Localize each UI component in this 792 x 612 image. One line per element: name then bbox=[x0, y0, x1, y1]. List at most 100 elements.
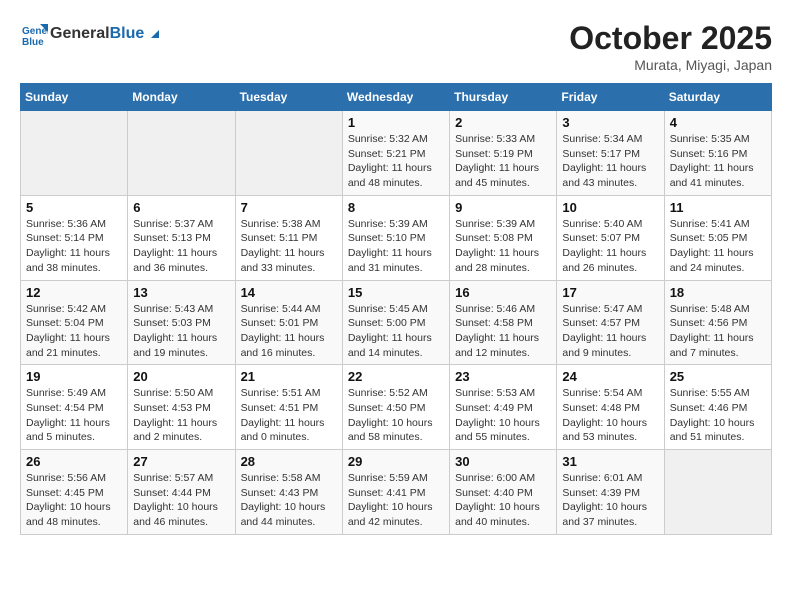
day-info: Sunrise: 5:59 AM Sunset: 4:41 PM Dayligh… bbox=[348, 471, 444, 530]
day-info: Sunrise: 5:45 AM Sunset: 5:00 PM Dayligh… bbox=[348, 302, 444, 361]
day-cell: 25 Sunrise: 5:55 AM Sunset: 4:46 PM Dayli… bbox=[664, 365, 771, 450]
header-saturday: Saturday bbox=[664, 84, 771, 111]
day-info: Sunrise: 6:00 AM Sunset: 4:40 PM Dayligh… bbox=[455, 471, 551, 530]
day-number: 14 bbox=[241, 285, 337, 300]
day-info: Sunrise: 6:01 AM Sunset: 4:39 PM Dayligh… bbox=[562, 471, 658, 530]
calendar-header: SundayMondayTuesdayWednesdayThursdayFrid… bbox=[21, 84, 772, 111]
day-number: 11 bbox=[670, 200, 766, 215]
week-row-3: 12 Sunrise: 5:42 AM Sunset: 5:04 PM Dayli… bbox=[21, 280, 772, 365]
day-cell: 3 Sunrise: 5:34 AM Sunset: 5:17 PM Daylig… bbox=[557, 111, 664, 196]
day-number: 26 bbox=[26, 454, 122, 469]
day-info: Sunrise: 5:56 AM Sunset: 4:45 PM Dayligh… bbox=[26, 471, 122, 530]
day-number: 13 bbox=[133, 285, 229, 300]
day-info: Sunrise: 5:54 AM Sunset: 4:48 PM Dayligh… bbox=[562, 386, 658, 445]
day-info: Sunrise: 5:50 AM Sunset: 4:53 PM Dayligh… bbox=[133, 386, 229, 445]
day-info: Sunrise: 5:37 AM Sunset: 5:13 PM Dayligh… bbox=[133, 217, 229, 276]
week-row-1: 1 Sunrise: 5:32 AM Sunset: 5:21 PM Daylig… bbox=[21, 111, 772, 196]
day-number: 23 bbox=[455, 369, 551, 384]
day-info: Sunrise: 5:35 AM Sunset: 5:16 PM Dayligh… bbox=[670, 132, 766, 191]
day-info: Sunrise: 5:46 AM Sunset: 4:58 PM Dayligh… bbox=[455, 302, 551, 361]
page-header: General Blue GeneralBlue October 2025 Mu… bbox=[20, 20, 772, 73]
day-cell: 21Sunrise: 5:51 AM Sunset: 4:51 PM Dayli… bbox=[235, 365, 342, 450]
day-number: 8 bbox=[348, 200, 444, 215]
logo-text: GeneralBlue bbox=[50, 24, 159, 43]
day-number: 19 bbox=[26, 369, 122, 384]
day-number: 5 bbox=[26, 200, 122, 215]
day-number: 30 bbox=[455, 454, 551, 469]
location-subtitle: Murata, Miyagi, Japan bbox=[569, 57, 772, 73]
svg-text:Blue: Blue bbox=[22, 37, 44, 48]
day-number: 7 bbox=[241, 200, 337, 215]
day-info: Sunrise: 5:44 AM Sunset: 5:01 PM Dayligh… bbox=[241, 302, 337, 361]
day-number: 22 bbox=[348, 369, 444, 384]
day-info: Sunrise: 5:49 AM Sunset: 4:54 PM Dayligh… bbox=[26, 386, 122, 445]
day-number: 31 bbox=[562, 454, 658, 469]
day-number: 15 bbox=[348, 285, 444, 300]
header-monday: Monday bbox=[128, 84, 235, 111]
day-cell: 23 Sunrise: 5:53 AM Sunset: 4:49 PM Dayli… bbox=[450, 365, 557, 450]
day-info: Sunrise: 5:32 AM Sunset: 5:21 PM Dayligh… bbox=[348, 132, 444, 191]
day-cell: 22 Sunrise: 5:52 AM Sunset: 4:50 PM Dayli… bbox=[342, 365, 449, 450]
day-info: Sunrise: 5:52 AM Sunset: 4:50 PM Dayligh… bbox=[348, 386, 444, 445]
header-thursday: Thursday bbox=[450, 84, 557, 111]
day-number: 28 bbox=[241, 454, 337, 469]
week-row-4: 19 Sunrise: 5:49 AM Sunset: 4:54 PM Dayli… bbox=[21, 365, 772, 450]
day-cell: 28 Sunrise: 5:58 AM Sunset: 4:43 PM Dayli… bbox=[235, 450, 342, 535]
day-info: Sunrise: 5:38 AM Sunset: 5:11 PM Dayligh… bbox=[241, 217, 337, 276]
day-number: 10 bbox=[562, 200, 658, 215]
day-info: Sunrise: 5:34 AM Sunset: 5:17 PM Dayligh… bbox=[562, 132, 658, 191]
header-friday: Friday bbox=[557, 84, 664, 111]
day-number: 18 bbox=[670, 285, 766, 300]
day-number: 4 bbox=[670, 115, 766, 130]
day-number: 3 bbox=[562, 115, 658, 130]
day-info: Sunrise: 5:39 AM Sunset: 5:10 PM Dayligh… bbox=[348, 217, 444, 276]
day-info: Sunrise: 5:53 AM Sunset: 4:49 PM Dayligh… bbox=[455, 386, 551, 445]
day-number: 16 bbox=[455, 285, 551, 300]
day-cell: 14 Sunrise: 5:44 AM Sunset: 5:01 PM Dayli… bbox=[235, 280, 342, 365]
day-cell: 1 Sunrise: 5:32 AM Sunset: 5:21 PM Daylig… bbox=[342, 111, 449, 196]
day-info: Sunrise: 5:42 AM Sunset: 5:04 PM Dayligh… bbox=[26, 302, 122, 361]
month-title: October 2025 bbox=[569, 20, 772, 57]
day-number: 25 bbox=[670, 369, 766, 384]
title-block: October 2025 Murata, Miyagi, Japan bbox=[569, 20, 772, 73]
day-cell: 24 Sunrise: 5:54 AM Sunset: 4:48 PM Dayli… bbox=[557, 365, 664, 450]
day-cell: 13 Sunrise: 5:43 AM Sunset: 5:03 PM Dayli… bbox=[128, 280, 235, 365]
header-tuesday: Tuesday bbox=[235, 84, 342, 111]
day-number: 1 bbox=[348, 115, 444, 130]
day-info: Sunrise: 5:48 AM Sunset: 4:56 PM Dayligh… bbox=[670, 302, 766, 361]
day-cell bbox=[664, 450, 771, 535]
header-row: SundayMondayTuesdayWednesdayThursdayFrid… bbox=[21, 84, 772, 111]
day-cell: 5 Sunrise: 5:36 AM Sunset: 5:14 PM Daylig… bbox=[21, 195, 128, 280]
day-cell: 2Sunrise: 5:33 AM Sunset: 5:19 PM Daylig… bbox=[450, 111, 557, 196]
day-info: Sunrise: 5:58 AM Sunset: 4:43 PM Dayligh… bbox=[241, 471, 337, 530]
day-cell: 26 Sunrise: 5:56 AM Sunset: 4:45 PM Dayli… bbox=[21, 450, 128, 535]
day-info: Sunrise: 5:33 AM Sunset: 5:19 PM Dayligh… bbox=[455, 132, 551, 191]
day-number: 12 bbox=[26, 285, 122, 300]
day-info: Sunrise: 5:41 AM Sunset: 5:05 PM Dayligh… bbox=[670, 217, 766, 276]
day-cell bbox=[128, 111, 235, 196]
day-info: Sunrise: 5:47 AM Sunset: 4:57 PM Dayligh… bbox=[562, 302, 658, 361]
day-number: 24 bbox=[562, 369, 658, 384]
day-info: Sunrise: 5:43 AM Sunset: 5:03 PM Dayligh… bbox=[133, 302, 229, 361]
day-cell: 11 Sunrise: 5:41 AM Sunset: 5:05 PM Dayli… bbox=[664, 195, 771, 280]
day-info: Sunrise: 5:55 AM Sunset: 4:46 PM Dayligh… bbox=[670, 386, 766, 445]
day-info: Sunrise: 5:39 AM Sunset: 5:08 PM Dayligh… bbox=[455, 217, 551, 276]
day-info: Sunrise: 5:36 AM Sunset: 5:14 PM Dayligh… bbox=[26, 217, 122, 276]
day-cell: 30 Sunrise: 6:00 AM Sunset: 4:40 PM Dayli… bbox=[450, 450, 557, 535]
day-cell: 6Sunrise: 5:37 AM Sunset: 5:13 PM Daylig… bbox=[128, 195, 235, 280]
day-number: 21 bbox=[241, 369, 337, 384]
header-wednesday: Wednesday bbox=[342, 84, 449, 111]
calendar-body: 1 Sunrise: 5:32 AM Sunset: 5:21 PM Daylig… bbox=[21, 111, 772, 535]
header-sunday: Sunday bbox=[21, 84, 128, 111]
day-cell: 29Sunrise: 5:59 AM Sunset: 4:41 PM Dayli… bbox=[342, 450, 449, 535]
day-number: 20 bbox=[133, 369, 229, 384]
day-cell: 17Sunrise: 5:47 AM Sunset: 4:57 PM Dayli… bbox=[557, 280, 664, 365]
week-row-2: 5 Sunrise: 5:36 AM Sunset: 5:14 PM Daylig… bbox=[21, 195, 772, 280]
day-cell: 9Sunrise: 5:39 AM Sunset: 5:08 PM Daylig… bbox=[450, 195, 557, 280]
day-cell: 15 Sunrise: 5:45 AM Sunset: 5:00 PM Dayli… bbox=[342, 280, 449, 365]
day-info: Sunrise: 5:57 AM Sunset: 4:44 PM Dayligh… bbox=[133, 471, 229, 530]
day-info: Sunrise: 5:40 AM Sunset: 5:07 PM Dayligh… bbox=[562, 217, 658, 276]
week-row-5: 26 Sunrise: 5:56 AM Sunset: 4:45 PM Dayli… bbox=[21, 450, 772, 535]
day-cell: 4 Sunrise: 5:35 AM Sunset: 5:16 PM Daylig… bbox=[664, 111, 771, 196]
day-cell: 27Sunrise: 5:57 AM Sunset: 4:44 PM Dayli… bbox=[128, 450, 235, 535]
